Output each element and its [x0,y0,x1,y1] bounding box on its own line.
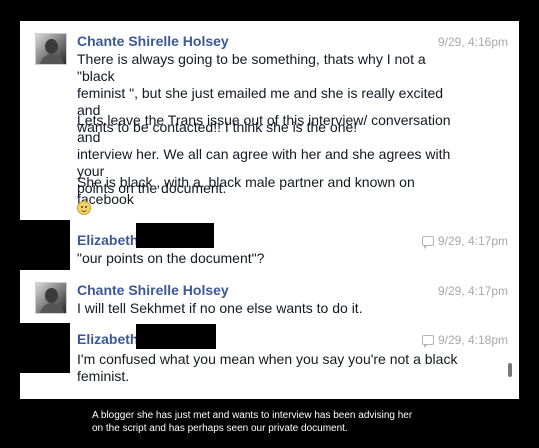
sender-name[interactable]: Chante Shirelle Holsey [77,33,229,49]
redaction-avatar [20,220,70,270]
sender-name[interactable]: Chante Shirelle Holsey [77,282,229,298]
timestamp: 9/29, 4:18pm [421,333,508,348]
timestamp: 9/29, 4:17pm [437,284,508,298]
reply-icon [421,335,434,348]
message-text: I'm confused what you mean when you say … [77,351,458,384]
scrollbar[interactable] [508,363,512,377]
avatar[interactable] [35,282,67,314]
message-text: She is black , with a. black male partne… [77,174,415,207]
chat-panel: Chante Shirelle Holsey 9/29, 4:16pm Ther… [20,21,519,399]
sender-name[interactable]: Elizabeth [77,232,138,248]
timestamp: 9/29, 4:16pm [437,35,508,49]
avatar[interactable] [35,33,67,65]
redaction-bar [136,223,214,248]
message-text: "our points on the document"? [77,250,265,266]
sender-name[interactable]: Elizabeth [77,331,138,347]
caption: A blogger she has just met and wants to … [92,410,413,434]
smiley-emoji-icon [77,201,91,215]
reply-icon [421,236,434,249]
timestamp: 9/29, 4:17pm [421,234,508,249]
redaction-avatar [20,323,70,373]
redaction-bar [136,324,216,349]
message-text: I will tell Sekhmet if no one else wants… [77,300,363,316]
